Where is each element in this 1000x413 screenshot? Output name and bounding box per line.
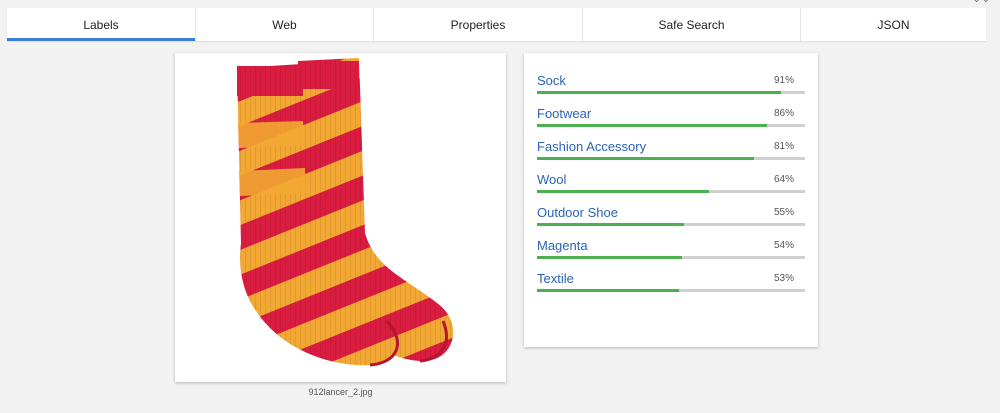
- confidence-bar-track: [537, 190, 805, 193]
- label-row: Magenta 54%: [537, 238, 805, 264]
- label-percent: 86%: [773, 108, 794, 119]
- label-row: Footwear 86%: [537, 106, 805, 132]
- image-filename: 912lancer_2.jpg: [308, 387, 373, 397]
- confidence-bar-fill: [537, 190, 709, 193]
- tab-properties-label: Properties: [450, 17, 506, 32]
- tab-labels[interactable]: Labels: [7, 8, 196, 41]
- confidence-bar-fill: [537, 256, 682, 259]
- label-name[interactable]: Fashion Accessory: [537, 139, 646, 154]
- socks-image: [237, 58, 454, 367]
- label-percent: 53%: [773, 273, 794, 284]
- label-row: Fashion Accessory 81%: [537, 139, 805, 165]
- tab-properties[interactable]: Properties: [374, 8, 583, 41]
- confidence-bar-track: [537, 157, 805, 160]
- confidence-bar-fill: [537, 157, 755, 160]
- confidence-bar-track: [537, 256, 805, 259]
- tab-safe-search-label: Safe Search: [658, 17, 725, 32]
- confidence-bar-fill: [537, 223, 685, 226]
- label-name[interactable]: Sock: [537, 73, 566, 88]
- labels-panel: Sock 91% Footwear 86% Fashion Accessory …: [524, 53, 818, 347]
- label-name[interactable]: Outdoor Shoe: [537, 205, 618, 220]
- tab-json[interactable]: JSON: [801, 8, 986, 41]
- confidence-bar-track: [537, 124, 805, 127]
- confidence-bar-track: [537, 91, 805, 94]
- tab-web-label: Web: [272, 17, 297, 32]
- tab-web[interactable]: Web: [196, 8, 374, 41]
- expand-icon[interactable]: ⌄⌄: [972, 0, 990, 5]
- tab-json-label: JSON: [877, 17, 910, 32]
- confidence-bar-fill: [537, 91, 781, 94]
- label-percent: 55%: [773, 207, 794, 218]
- uploaded-image-card: [175, 53, 506, 382]
- confidence-bar-track: [537, 289, 805, 292]
- tab-labels-label: Labels: [83, 17, 119, 32]
- label-percent: 91%: [773, 75, 794, 86]
- confidence-bar-fill: [537, 289, 680, 292]
- label-name[interactable]: Wool: [537, 172, 566, 187]
- label-row: Textile 53%: [537, 271, 805, 297]
- label-percent: 81%: [773, 141, 794, 152]
- confidence-bar-fill: [537, 124, 768, 127]
- label-row: Sock 91%: [537, 73, 805, 99]
- confidence-bar-track: [537, 223, 805, 226]
- label-percent: 54%: [773, 240, 794, 251]
- tab-safe-search[interactable]: Safe Search: [583, 8, 801, 41]
- label-name[interactable]: Textile: [537, 271, 574, 286]
- label-name[interactable]: Footwear: [537, 106, 591, 121]
- tab-bar: Labels Web Properties Safe Search JSON: [7, 8, 986, 41]
- label-percent: 64%: [773, 174, 794, 185]
- label-row: Wool 64%: [537, 172, 805, 198]
- label-name[interactable]: Magenta: [537, 238, 588, 253]
- label-row: Outdoor Shoe 55%: [537, 205, 805, 231]
